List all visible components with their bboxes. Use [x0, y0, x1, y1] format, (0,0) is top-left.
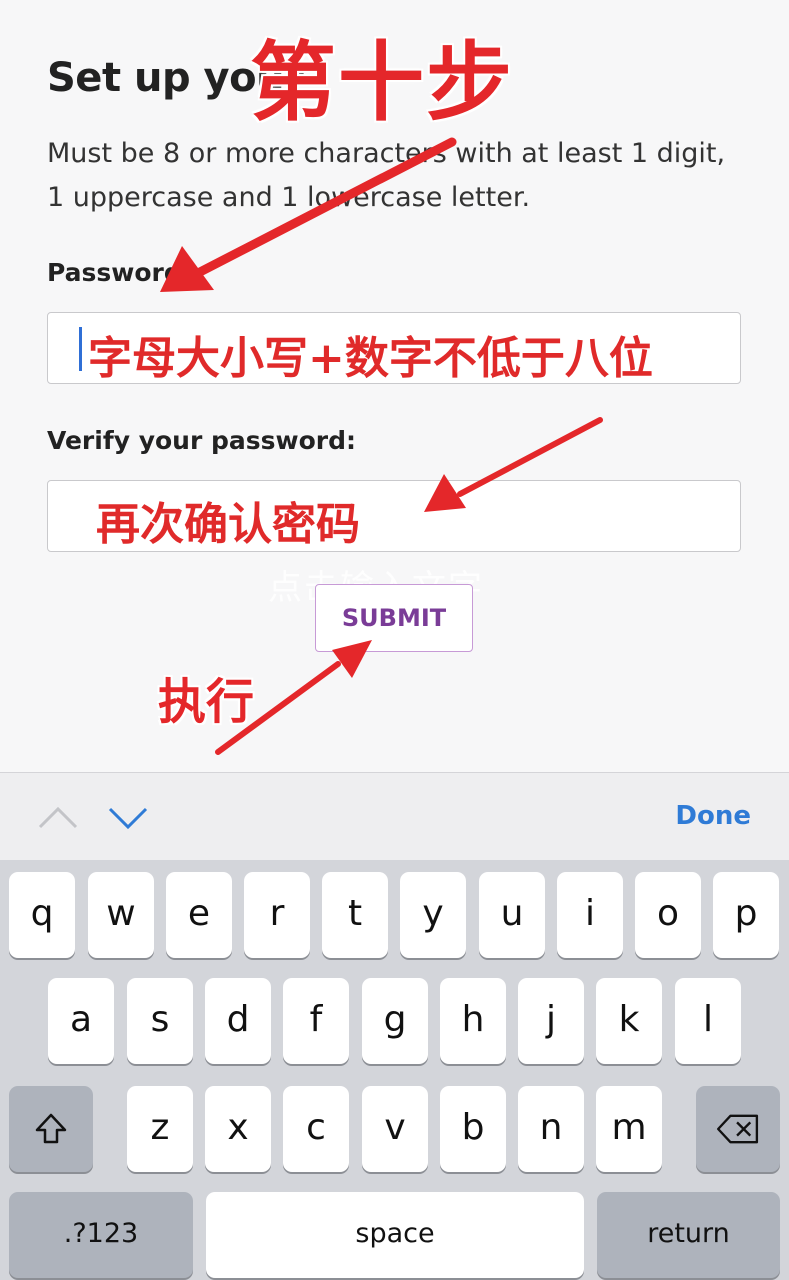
done-button[interactable]: Done — [675, 801, 751, 831]
step-title-annotation: 第十步 — [250, 33, 514, 133]
return-key[interactable]: return — [597, 1192, 780, 1278]
chevron-up-icon[interactable] — [36, 799, 80, 835]
key-u[interactable]: u — [479, 872, 545, 958]
text-caret — [79, 327, 82, 371]
chevron-down-icon[interactable] — [106, 799, 150, 835]
key-d[interactable]: d — [205, 978, 271, 1064]
key-p[interactable]: p — [713, 872, 779, 958]
key-t[interactable]: t — [322, 872, 388, 958]
key-z[interactable]: z — [127, 1086, 193, 1172]
key-s[interactable]: s — [127, 978, 193, 1064]
key-j[interactable]: j — [518, 978, 584, 1064]
key-h[interactable]: h — [440, 978, 506, 1064]
backspace-key[interactable] — [696, 1086, 780, 1172]
execute-hint-annotation: 执行 — [158, 674, 255, 730]
key-g[interactable]: g — [362, 978, 428, 1064]
key-e[interactable]: e — [166, 872, 232, 958]
verify-password-label: Verify your password: — [47, 426, 357, 455]
shift-key[interactable] — [9, 1086, 93, 1172]
key-f[interactable]: f — [283, 978, 349, 1064]
key-a[interactable]: a — [48, 978, 114, 1064]
key-n[interactable]: n — [518, 1086, 584, 1172]
key-i[interactable]: i — [557, 872, 623, 958]
password-label: Password: — [47, 258, 192, 287]
key-y[interactable]: y — [400, 872, 466, 958]
numbers-key[interactable]: .?123 — [9, 1192, 193, 1278]
password-requirements-text: Must be 8 or more characters with at lea… — [47, 138, 726, 213]
key-b[interactable]: b — [440, 1086, 506, 1172]
key-q[interactable]: q — [9, 872, 75, 958]
backspace-icon — [716, 1114, 759, 1144]
key-l[interactable]: l — [675, 978, 741, 1064]
key-x[interactable]: x — [205, 1086, 271, 1172]
onscreen-keyboard: q w e r t y u i o p a s d f g h j k l z … — [0, 860, 789, 1280]
key-o[interactable]: o — [635, 872, 701, 958]
password-setup-page: Set up your Must be 8 or more characters… — [0, 0, 789, 772]
key-w[interactable]: w — [88, 872, 154, 958]
key-c[interactable]: c — [283, 1086, 349, 1172]
key-v[interactable]: v — [362, 1086, 428, 1172]
keyboard-toolbar: Done — [0, 772, 789, 860]
space-key[interactable]: space — [206, 1192, 584, 1278]
key-r[interactable]: r — [244, 872, 310, 958]
key-m[interactable]: m — [596, 1086, 662, 1172]
submit-button[interactable]: SUBMIT — [315, 584, 473, 652]
verify-hint-annotation: 再次确认密码 — [96, 499, 360, 550]
shift-icon — [35, 1113, 67, 1144]
password-hint-annotation: 字母大小写+数字不低于八位 — [88, 333, 653, 384]
key-k[interactable]: k — [596, 978, 662, 1064]
